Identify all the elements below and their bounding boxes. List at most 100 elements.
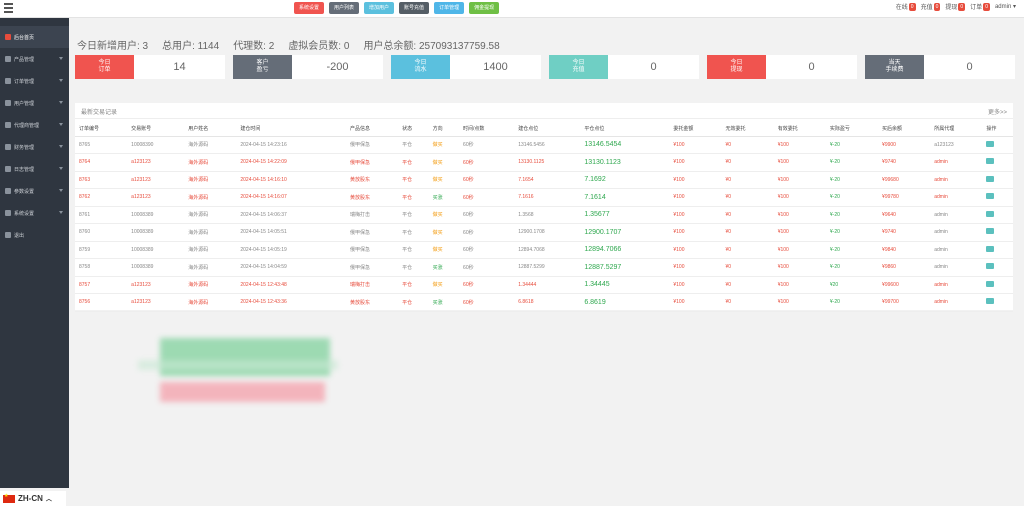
top-stat-1[interactable]: 充值 0: [921, 2, 941, 11]
top-stat-2[interactable]: 提现 0: [945, 2, 966, 11]
table-cell: 俄甲保急: [345, 153, 399, 172]
hamburger-menu-icon[interactable]: [4, 3, 13, 13]
table-row[interactable]: 8757 a123123 海外源码 2024-04-15 12:43:48 瑞梅打击 平仓…: [75, 276, 1013, 294]
table-cell: ¥100: [669, 293, 722, 312]
stat-card-value: 0: [808, 61, 815, 73]
document-icon: [5, 78, 11, 84]
table-cell: ¥-20: [825, 188, 879, 207]
top-button-0[interactable]: 系统设置: [294, 2, 325, 14]
stat-card-3: 今日 充值 0: [549, 55, 699, 79]
column-header: 操作: [982, 122, 1013, 137]
top-button-1[interactable]: 用户列表: [329, 2, 360, 14]
top-stat-3[interactable]: 订单 0: [970, 2, 990, 11]
table-cell: ¥100: [669, 223, 722, 242]
edit-icon[interactable]: [986, 140, 995, 147]
top-button-4[interactable]: 订单管理: [434, 2, 465, 14]
table-cell: 12894.7068: [514, 241, 581, 259]
stat-card-value: 14: [173, 61, 186, 73]
user-icon: [5, 100, 11, 106]
sidebar-item-1[interactable]: 产品管理: [0, 48, 69, 70]
edit-icon[interactable]: [986, 245, 995, 252]
table-cell: 10008389: [127, 223, 185, 242]
sidebar-item-2[interactable]: 订单管理: [0, 70, 69, 92]
top-stat-0[interactable]: 在线 0: [896, 2, 916, 11]
table-cell: 10008389: [127, 241, 185, 259]
sidebar-item-8[interactable]: 系统设置: [0, 202, 69, 224]
edit-icon[interactable]: [986, 210, 995, 217]
table-cell: 60秒: [459, 293, 515, 312]
edit-icon[interactable]: [986, 228, 995, 235]
sidebar-item-6[interactable]: 日志管理: [0, 158, 69, 180]
top-button-5[interactable]: 佣金提现: [469, 2, 500, 14]
top-button-2[interactable]: 增加用户: [364, 2, 395, 14]
column-header: 建仓点位: [514, 122, 581, 137]
sidebar-item-label: 代理商管理: [14, 122, 40, 129]
cloud-icon: [5, 34, 11, 40]
users-icon: [5, 122, 11, 128]
edit-icon[interactable]: [986, 263, 995, 270]
table-cell: 俄甲保急: [345, 258, 399, 277]
table-row[interactable]: 8762 a123123 海外源码 2024-04-15 14:16:07 黄放股东 平仓…: [75, 188, 1013, 207]
table-cell: a123123: [930, 136, 983, 154]
logout-icon: [5, 232, 11, 238]
edit-icon[interactable]: [986, 298, 995, 305]
stat-card-label: 客户 盈亏: [233, 55, 292, 79]
table-cell: ¥0: [721, 223, 774, 242]
table-row[interactable]: 8765 10008390 海外源码 2024-04-15 14:23:16 俄甲保急平…: [75, 136, 1013, 154]
table-cell: 瑞梅打击: [345, 276, 399, 294]
column-header: 平仓点位: [580, 122, 670, 137]
table-cell: [982, 223, 1013, 242]
sidebar-item-3[interactable]: 用户管理: [0, 92, 69, 114]
table-cell: ¥-20: [825, 206, 879, 224]
table-cell: ¥100: [773, 241, 826, 259]
stat-card-value: 1400: [483, 61, 508, 73]
chevron-down-icon: [59, 79, 63, 82]
sidebar-item-4[interactable]: 代理商管理: [0, 114, 69, 136]
top-stat-label: 提现: [945, 5, 958, 11]
sidebar-item-label: 产品管理: [14, 56, 35, 63]
table-cell: 瑞梅打击: [345, 206, 399, 224]
table-row[interactable]: 8759 10008389 海外源码 2024-04-15 14:05:19 俄甲保急平…: [75, 241, 1013, 259]
column-header: 无效委托: [721, 122, 774, 137]
table-row[interactable]: 8764 a123123 海外源码 2024-04-15 14:22:09 俄甲保急 平仓…: [75, 153, 1013, 172]
sidebar-item-5[interactable]: 财务管理: [0, 136, 69, 158]
language-selector[interactable]: ZH-CN ︿: [0, 491, 66, 506]
admin-user-menu[interactable]: admin ▾: [995, 3, 1016, 10]
top-stat-label: 充值: [920, 5, 933, 11]
sidebar-item-9[interactable]: 退出: [0, 224, 69, 246]
table-cell: ¥9740: [878, 153, 931, 172]
column-header: 所属代理: [930, 122, 983, 137]
chevron-down-icon: [59, 211, 63, 214]
table-cell: 海外源码: [184, 241, 237, 259]
top-button-3[interactable]: 账号充值: [399, 2, 430, 14]
sidebar-item-label: 财务管理: [14, 144, 35, 151]
edit-icon[interactable]: [986, 280, 995, 287]
more-link[interactable]: 更多>>: [988, 107, 1007, 116]
table-cell: 60秒: [459, 188, 515, 207]
table-cell: 海外源码: [184, 188, 237, 207]
table-cell: ¥99600: [878, 276, 931, 294]
table-row[interactable]: 8763 a123123 海外源码 2024-04-15 14:16:10 黄放股东 平仓…: [75, 171, 1013, 189]
table-cell: ¥9840: [878, 241, 931, 259]
table-row[interactable]: 8761 10008389 海外源码 2024-04-15 14:06:37 瑞梅打击平…: [75, 206, 1013, 224]
sidebar-item-0[interactable]: 后台首页: [0, 26, 69, 48]
table-cell: 1.35677: [580, 206, 670, 224]
column-header: 订单编号: [75, 122, 128, 137]
count-badge: 0: [983, 2, 990, 11]
edit-icon[interactable]: [986, 193, 995, 200]
sidebar-item-7[interactable]: 参数设置: [0, 180, 69, 202]
table-cell: 13130.1123: [580, 153, 670, 172]
edit-icon[interactable]: [986, 175, 995, 182]
table-cell: ¥-20: [825, 153, 879, 172]
table-cell: 平仓: [398, 153, 429, 172]
column-header: 时间/点数: [459, 122, 515, 137]
column-header: 委托金额: [669, 122, 722, 137]
table-row[interactable]: 8758 10008389 海外源码 2024-04-15 14:04:59 俄甲保急平…: [75, 258, 1013, 277]
table-cell: [982, 136, 1013, 154]
table-cell: ¥100: [773, 188, 826, 207]
edit-icon[interactable]: [986, 158, 995, 165]
table-row[interactable]: 8756 a123123 海外源码 2024-04-15 12:43:36 黄放股东 平仓…: [75, 293, 1013, 312]
table-cell: 买涨: [428, 188, 460, 207]
table-cell: 60秒: [459, 153, 515, 172]
table-row[interactable]: 8760 10008389 海外源码 2024-04-15 14:05:51 俄甲保急平…: [75, 223, 1013, 242]
